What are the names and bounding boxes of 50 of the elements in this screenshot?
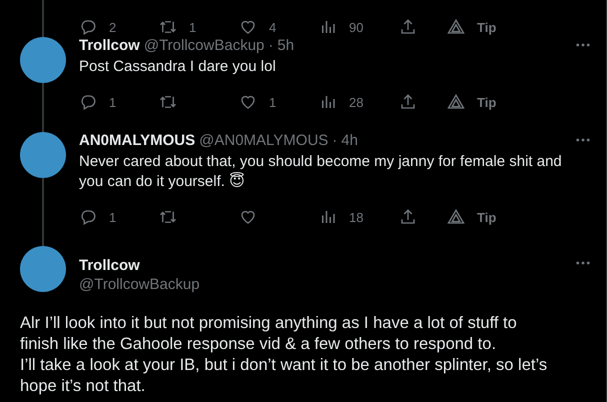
reply-icon[interactable] <box>79 18 97 36</box>
handle[interactable]: @TrollcowBackup <box>144 36 264 54</box>
reply-icon[interactable] <box>79 93 97 111</box>
separator-dot: · <box>332 132 338 148</box>
share-icon[interactable] <box>399 208 417 226</box>
views-icon[interactable] <box>319 18 337 36</box>
heart-icon[interactable] <box>239 18 257 36</box>
reply-count: 1 <box>109 94 116 110</box>
repost-icon[interactable] <box>159 18 177 36</box>
view-count: 18 <box>349 210 364 224</box>
avatar[interactable] <box>20 246 66 292</box>
heart-icon[interactable] <box>239 208 257 226</box>
view-count: 90 <box>349 20 364 34</box>
more-icon[interactable] <box>576 261 590 265</box>
repost-icon[interactable] <box>159 93 177 111</box>
tip-button[interactable]: Tip <box>477 210 496 224</box>
views-icon[interactable] <box>319 208 337 226</box>
triangle-icon[interactable] <box>447 208 465 226</box>
share-icon[interactable] <box>399 93 417 111</box>
share-icon[interactable] <box>399 18 417 36</box>
display-name[interactable]: AN0MALYMOUS <box>79 132 196 148</box>
like-count: 4 <box>269 20 276 34</box>
more-icon[interactable] <box>576 43 590 47</box>
more-icon[interactable] <box>576 138 590 142</box>
like-count: 1 <box>269 94 276 110</box>
triangle-icon[interactable] <box>447 93 465 111</box>
reply-text: Post Cassandra I dare you lol <box>79 58 276 75</box>
avatar[interactable] <box>20 37 66 83</box>
repost-count: 1 <box>189 20 196 34</box>
separator-dot: · <box>268 36 274 54</box>
tweet-text: Alr I’ll look into it but not promising anything as I have a lot of stuff to finish like the Gahoole response vid & a few others to respond to. <box>20 313 518 355</box>
tweet-text: I’ll take a look at your IB, but i don’t want it to be another splinter, so let’s hope it’s not that. <box>20 355 548 397</box>
reply-text: Never cared about that, you should become my janny for female shit and you can do it yourself. 😇 <box>79 153 562 190</box>
triangle-icon[interactable] <box>447 18 465 36</box>
tip-button[interactable]: Tip <box>477 20 496 34</box>
display-name[interactable]: Trollcow <box>79 36 140 54</box>
reply-count: 1 <box>109 210 116 224</box>
avatar[interactable] <box>20 132 66 178</box>
tip-button[interactable]: Tip <box>477 94 496 110</box>
handle[interactable]: @AN0MALYMOUS <box>199 132 328 148</box>
heart-icon[interactable] <box>239 93 257 111</box>
reply-icon[interactable] <box>79 208 97 226</box>
reply-count: 2 <box>109 20 116 34</box>
view-count: 28 <box>349 94 364 110</box>
views-icon[interactable] <box>319 93 337 111</box>
handle[interactable]: @TrollcowBackup <box>79 276 200 293</box>
timestamp[interactable]: 5h <box>277 36 294 54</box>
repost-icon[interactable] <box>159 208 177 226</box>
timestamp[interactable]: 4h <box>341 132 358 148</box>
display-name[interactable]: Trollcow <box>79 257 200 274</box>
